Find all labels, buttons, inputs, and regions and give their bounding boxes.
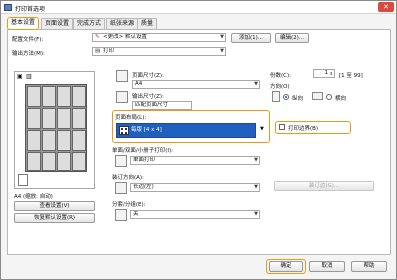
chevron-down-icon: ▼ xyxy=(220,48,224,54)
title-bar: 打印首选项 ✕ xyxy=(1,1,396,14)
basic-settings-panel: 配置文件(F): ✎ <更改> 默认设置 ▼ 添加(1)... 编辑(2)...… xyxy=(7,29,391,255)
page-stack-icon xyxy=(18,174,28,186)
pencil-icon: ✎ xyxy=(95,34,100,40)
page-preview: ▣ ▥ xyxy=(14,71,95,189)
add-profile-button[interactable]: 添加(1)... xyxy=(231,33,271,43)
collate-select[interactable]: 关 ▼ xyxy=(130,210,260,219)
printer-icon xyxy=(4,4,12,11)
chevron-down-icon: ▼ xyxy=(254,211,258,217)
duplex-value: 单面打印 xyxy=(133,157,156,163)
landscape-radio[interactable] xyxy=(326,94,332,100)
single-sided-icon xyxy=(115,155,127,167)
view-settings-button[interactable]: 查看设置(V) xyxy=(14,201,95,211)
page-size-value: A4 xyxy=(135,81,143,87)
copies-stepper[interactable]: 1 ⬍ xyxy=(313,69,335,78)
help-button[interactable]: 帮助 xyxy=(351,261,387,272)
output-size-icon xyxy=(116,91,128,103)
edit-profile-button[interactable]: 编辑(2)... xyxy=(275,33,309,43)
output-size-value: 匹配页面尺寸 xyxy=(135,102,169,108)
landscape-label: 横向 xyxy=(335,96,347,102)
binding-select[interactable]: 长边(左) ▼ xyxy=(130,183,260,192)
chevron-down-icon[interactable]: ▼ xyxy=(260,126,264,132)
preview-mode-icon[interactable]: ▣ xyxy=(17,73,23,80)
spin-arrows-icon[interactable]: ⬍ xyxy=(330,70,333,77)
profile-select[interactable]: ✎ <更改> 默认设置 ▼ xyxy=(92,33,226,42)
copies-value: 1 xyxy=(324,70,329,76)
output-method-value: 打印 xyxy=(103,48,115,54)
binding-value: 长边(左) xyxy=(133,184,154,190)
page-size-select[interactable]: A4 ▼ xyxy=(132,80,260,89)
page-layout-value: 每版 [4 x 4] xyxy=(131,127,162,133)
close-button[interactable]: ✕ xyxy=(378,2,394,12)
paper-caption: A4 (缩放: 自动) xyxy=(14,194,53,200)
print-border-label: 打印边界(B) xyxy=(288,126,319,132)
chevron-down-icon: ▼ xyxy=(254,157,258,163)
ok-button[interactable]: 确定 xyxy=(269,261,303,272)
duplex-select[interactable]: 单面打印 ▼ xyxy=(130,156,260,165)
duplex-label: 单面/双面/小册子打印(I): xyxy=(112,148,173,154)
copies-range: [1 至 99] xyxy=(339,73,363,79)
restore-defaults-button[interactable]: 恢复默认设置(R) xyxy=(14,213,95,223)
copies-label: 份数(C): xyxy=(270,73,291,79)
portrait-radio[interactable] xyxy=(283,94,289,100)
landscape-page-icon xyxy=(312,92,323,100)
binding-edge-icon xyxy=(115,182,127,194)
print-border-checkbox[interactable] xyxy=(279,124,285,130)
output-size-select[interactable]: 匹配页面尺寸 xyxy=(132,101,192,110)
collate-label: 分套/分组(E): xyxy=(112,202,146,208)
cancel-button[interactable]: 取消 xyxy=(309,261,345,272)
layout-grid-icon xyxy=(119,126,129,135)
tab-quality[interactable]: 质量 xyxy=(137,18,158,29)
chevron-down-icon: ▼ xyxy=(220,34,224,40)
output-size-label: 输出尺寸(Z): xyxy=(132,94,164,100)
profile-value: <更改> 默认设置 xyxy=(103,34,147,40)
binding-label: 装订方向(A): xyxy=(112,175,144,181)
portrait-page-icon xyxy=(272,91,280,102)
preview-toolbar: ▣ ▥ xyxy=(15,72,94,82)
page-size-label: 页面尺寸(Z): xyxy=(132,73,164,79)
collate-value: 关 xyxy=(133,211,139,217)
settings-view-icon[interactable]: ▥ xyxy=(26,73,32,80)
tab-finishing[interactable]: 完成方式 xyxy=(73,18,106,29)
preview-sheet xyxy=(25,84,87,172)
output-method-select[interactable]: ▤ 打印 ▼ xyxy=(92,47,226,56)
chevron-down-icon: ▼ xyxy=(254,81,258,87)
tab-page-setup[interactable]: 页面设置 xyxy=(41,18,74,29)
tab-paper-source[interactable]: 纸张来源 xyxy=(106,18,139,29)
window-title: 打印首选项 xyxy=(15,6,46,13)
output-method-label: 输出方法(M): xyxy=(12,51,45,57)
chevron-down-icon: ▼ xyxy=(254,184,258,190)
collate-icon xyxy=(115,209,127,221)
printing-preferences-window: 打印首选项 ✕ 基本设置 页面设置 完成方式 纸张来源 质量 配置文件(F): … xyxy=(0,0,397,280)
print-icon: ▤ xyxy=(95,48,101,54)
orientation-label: 方向(O) xyxy=(270,84,290,90)
tab-basic-settings[interactable]: 基本设置 xyxy=(7,17,40,30)
page-size-icon xyxy=(116,70,128,82)
profile-label: 配置文件(F): xyxy=(12,37,44,43)
gutter-button[interactable]: 装订边(G)... xyxy=(274,181,374,191)
page-layout-label: 页面布局(L): xyxy=(115,115,147,121)
page-layout-select[interactable]: 每版 [4 x 4] xyxy=(116,123,256,138)
portrait-label: 纵向 xyxy=(292,96,304,102)
